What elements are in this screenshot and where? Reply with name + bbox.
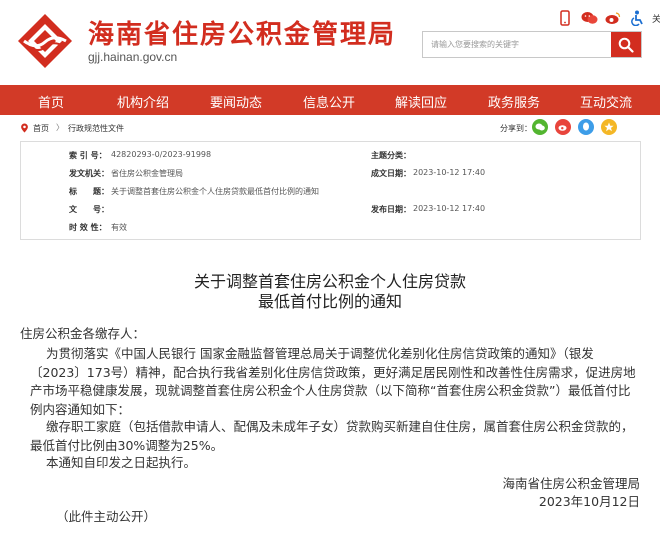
title-value: 关于调整首套住房公积金个人住房贷款最低首付比例的通知: [111, 187, 319, 196]
document-info-table: 索 引 号： 42820293-0/2023-91998 主题分类： 发文机关：…: [20, 141, 641, 240]
search-input[interactable]: [423, 32, 611, 57]
nav-item-interaction[interactable]: 互动交流: [580, 92, 632, 111]
weibo-icon[interactable]: [604, 9, 622, 27]
main-nav: 首页 机构介绍 要闻动态 信息公开 解读回应 政务服务 互动交流: [0, 85, 660, 115]
wechat-icon[interactable]: [580, 9, 598, 27]
breadcrumb-home[interactable]: 首页: [33, 123, 49, 134]
logo-icon[interactable]: [16, 12, 74, 70]
breadcrumb-current[interactable]: 行政规范性文件: [68, 123, 124, 134]
share-label: 分享到：: [500, 124, 532, 133]
created-date-value: 2023-10-12 17:40: [413, 168, 486, 177]
article-paragraph-3: 本通知自印发之日起执行。: [46, 455, 197, 470]
share-qzone-icon[interactable]: [601, 119, 617, 135]
article-title-line2: 最低首付比例的通知: [257, 292, 402, 311]
nav-item-about[interactable]: 机构介绍: [117, 92, 169, 111]
share-qq-icon[interactable]: [578, 119, 594, 135]
index-value: 42820293-0/2023-91998: [111, 150, 212, 159]
article-disclosure-note: （此件主动公开）: [56, 509, 157, 524]
location-icon: [21, 123, 28, 133]
article-signer: 海南省住房公积金管理局: [502, 476, 640, 491]
site-name[interactable]: 海南省住房公积金管理局: [88, 14, 396, 51]
created-date-label: 成文日期：: [371, 169, 411, 178]
validity-value: 有效: [111, 223, 127, 232]
nav-item-info-disclosure[interactable]: 信息公开: [303, 92, 355, 111]
care-mode-link[interactable]: 关怀: [652, 12, 660, 25]
search-icon: [618, 37, 634, 53]
title-label: 标 题：: [69, 187, 109, 196]
accessibility-icon[interactable]: [628, 9, 646, 27]
index-label: 索 引 号：: [69, 151, 107, 160]
share-weibo-icon[interactable]: [555, 119, 571, 135]
nav-item-news[interactable]: 要闻动态: [210, 92, 262, 111]
mobile-icon[interactable]: [556, 9, 574, 27]
share-wechat-icon[interactable]: [532, 119, 548, 135]
subject-label: 主题分类：: [371, 151, 411, 160]
article-paragraph-2: 缴存职工家庭（包括借款申请人、配偶及未成年子女）贷款购买新建自住住房，属首套住房…: [30, 419, 634, 453]
nav-item-services[interactable]: 政务服务: [488, 92, 540, 111]
article-salutation: 住房公积金各缴存人：: [20, 326, 146, 341]
issuer-label: 发文机关：: [69, 169, 109, 178]
site-domain: gjj.hainan.gov.cn: [88, 50, 178, 64]
doc-number-label: 文 号：: [69, 205, 109, 214]
site-header: 海南省住房公积金管理局 gjj.hainan.gov.cn 关怀: [0, 0, 660, 85]
validity-label: 时 效 性：: [69, 223, 107, 232]
published-date-label: 发布日期：: [371, 205, 411, 214]
search-box: [422, 31, 642, 58]
search-button[interactable]: [611, 32, 641, 57]
top-tools: 关怀: [556, 9, 660, 27]
issuer-value: 省住房公积金管理局: [111, 169, 183, 178]
published-date-value: 2023-10-12 17:40: [413, 204, 486, 213]
article-paragraph-1: 为贯彻落实《中国人民银行 国家金融监督管理总局关于调整优化差别化住房信贷政策的通…: [30, 346, 636, 417]
breadcrumb-separator: 〉: [56, 123, 64, 132]
nav-item-interpretation[interactable]: 解读回应: [395, 92, 447, 111]
nav-item-home[interactable]: 首页: [38, 92, 64, 111]
breadcrumb: 首页 〉 行政规范性文件 分享到：: [0, 115, 660, 141]
